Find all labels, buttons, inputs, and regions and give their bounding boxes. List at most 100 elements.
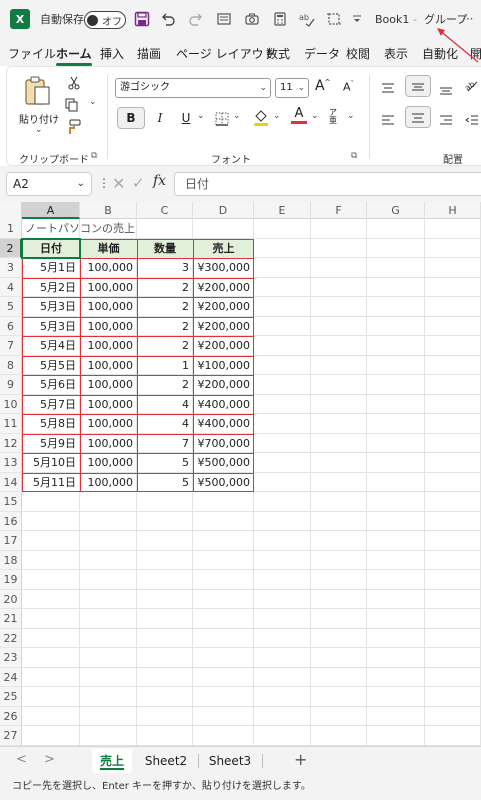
spreadsheet-grid[interactable]: ABCDEFGH 1 2 3 4 5 6 7 8 9 10 11 12 13 14 15 16 17 18 19 20… [0, 202, 481, 746]
select-objects-icon[interactable] [326, 8, 342, 30]
column-header-h[interactable]: H [425, 202, 481, 219]
underline-button[interactable]: U [177, 108, 195, 128]
row-header-13[interactable]: 13 [0, 453, 22, 473]
tab-draw[interactable]: 描画 [137, 45, 161, 62]
cell-a1-title[interactable]: ノートパソコンの売上 [22, 219, 135, 239]
table-cell[interactable]: ¥100,000 [193, 356, 254, 376]
decrease-indent-icon[interactable] [465, 111, 479, 130]
table-header-cell[interactable]: 売上 [193, 238, 254, 258]
table-cell[interactable]: 5月6日 [22, 375, 80, 395]
table-cell[interactable]: ¥400,000 [193, 395, 254, 415]
table-cell[interactable]: 5月3日 [22, 317, 80, 337]
paste-icon[interactable] [23, 75, 53, 111]
table-cell[interactable]: 100,000 [80, 278, 137, 298]
table-cell[interactable]: 7 [137, 434, 193, 454]
align-center-button[interactable] [405, 106, 431, 128]
paste-dropdown-icon[interactable]: ⌄ [35, 125, 43, 135]
table-cell[interactable]: ¥400,000 [193, 414, 254, 434]
phonetic-dropdown-icon[interactable]: ⌄ [347, 111, 355, 121]
column-header-e[interactable]: E [254, 202, 311, 219]
table-cell[interactable]: 5月11日 [22, 473, 80, 493]
redo-icon[interactable] [188, 8, 204, 30]
table-cell[interactable]: 5 [137, 453, 193, 473]
table-cell[interactable]: ¥700,000 [193, 434, 254, 454]
table-cell[interactable]: 100,000 [80, 356, 137, 376]
cut-icon[interactable] [67, 75, 81, 94]
table-cell[interactable]: 100,000 [80, 258, 137, 278]
font-size-select[interactable]: 11 ⌄ [275, 78, 309, 98]
row-header-12[interactable]: 12 [0, 433, 22, 453]
orientation-icon[interactable]: ab [463, 77, 479, 96]
table-cell[interactable]: ¥200,000 [193, 375, 254, 395]
paste-label[interactable]: 貼り付け [19, 111, 59, 126]
align-left-icon[interactable] [381, 111, 395, 130]
row-header-2[interactable]: 2 [0, 238, 22, 258]
table-cell[interactable]: 2 [137, 336, 193, 356]
sheet-tab-sheet3[interactable]: Sheet3 [202, 749, 258, 773]
enter-icon[interactable]: ✓ [132, 174, 145, 192]
copy-dropdown-icon[interactable]: ⌄ [89, 97, 97, 107]
font-name-select[interactable]: 游ゴシック ⌄ [115, 78, 271, 98]
table-cell[interactable]: 2 [137, 375, 193, 395]
fill-color-dropdown-icon[interactable]: ⌄ [273, 111, 281, 121]
phonetic-icon[interactable]: ア亜 [329, 109, 341, 125]
row-header-6[interactable]: 6 [0, 316, 22, 336]
prev-sheet-icon[interactable]: < [16, 752, 27, 767]
row-header-23[interactable]: 23 [0, 648, 22, 668]
table-header-cell[interactable]: 日付 [22, 238, 80, 258]
column-header-c[interactable]: C [137, 202, 193, 219]
row-header-14[interactable]: 14 [0, 472, 22, 492]
tab-review[interactable]: 校閲 [346, 45, 370, 62]
tab-file[interactable]: ファイル [8, 45, 56, 62]
sheet-tab-sheet2[interactable]: Sheet2 [138, 749, 194, 773]
row-header-25[interactable]: 25 [0, 687, 22, 707]
form-icon[interactable] [216, 8, 232, 30]
row-header-9[interactable]: 9 [0, 375, 22, 395]
table-cell[interactable]: 5月10日 [22, 453, 80, 473]
formula-input[interactable]: 日付 [174, 172, 481, 196]
save-icon[interactable] [134, 8, 150, 30]
spelling-icon[interactable]: ab [298, 8, 316, 30]
more-icon[interactable]: ··· [462, 8, 473, 30]
table-cell[interactable]: 5月3日 [22, 297, 80, 317]
autosave-toggle[interactable]: オフ [84, 11, 126, 29]
add-sheet-icon[interactable]: + [294, 750, 307, 769]
grow-font-button[interactable]: A^ [315, 78, 330, 94]
next-sheet-icon[interactable]: > [44, 752, 55, 767]
tab-home[interactable]: ホーム [56, 45, 92, 66]
tab-formulas[interactable]: 数式 [266, 45, 290, 62]
format-painter-icon[interactable] [67, 119, 81, 139]
table-cell[interactable]: 5月9日 [22, 434, 80, 454]
table-cell[interactable]: 2 [137, 278, 193, 298]
borders-dropdown-icon[interactable]: ⌄ [233, 111, 241, 121]
table-cell[interactable]: ¥500,000 [193, 473, 254, 493]
align-right-icon[interactable] [439, 111, 453, 130]
row-header-22[interactable]: 22 [0, 628, 22, 648]
row-header-17[interactable]: 17 [0, 531, 22, 551]
tab-automate[interactable]: 自動化 [422, 45, 458, 62]
table-cell[interactable]: 5月5日 [22, 356, 80, 376]
table-cell[interactable]: 5月2日 [22, 278, 80, 298]
row-header-15[interactable]: 15 [0, 492, 22, 512]
row-header-24[interactable]: 24 [0, 667, 22, 687]
borders-icon[interactable] [215, 111, 229, 130]
table-cell[interactable]: 5月1日 [22, 258, 80, 278]
row-header-4[interactable]: 4 [0, 277, 22, 297]
font-launcher-icon[interactable]: ⧉ [351, 151, 357, 161]
table-cell[interactable]: ¥500,000 [193, 453, 254, 473]
table-cell[interactable]: 100,000 [80, 414, 137, 434]
cancel-icon[interactable]: ✕ [112, 174, 125, 193]
tab-page-layout[interactable]: ページ レイアウト [176, 45, 276, 62]
table-cell[interactable]: ¥200,000 [193, 317, 254, 337]
tab-view[interactable]: 表示 [384, 45, 408, 62]
column-header-g[interactable]: G [367, 202, 425, 219]
shrink-font-button[interactable]: Aˇ [343, 80, 354, 94]
font-color-dropdown-icon[interactable]: ⌄ [311, 111, 319, 121]
sheet-tab-sales[interactable]: 売上 [92, 749, 132, 773]
tab-insert[interactable]: 挿入 [100, 45, 124, 62]
row-header-16[interactable]: 16 [0, 511, 22, 531]
table-cell[interactable]: ¥200,000 [193, 336, 254, 356]
table-cell[interactable]: 5月8日 [22, 414, 80, 434]
bold-button[interactable]: B [117, 107, 145, 129]
insert-function-icon[interactable]: fx [153, 173, 166, 189]
